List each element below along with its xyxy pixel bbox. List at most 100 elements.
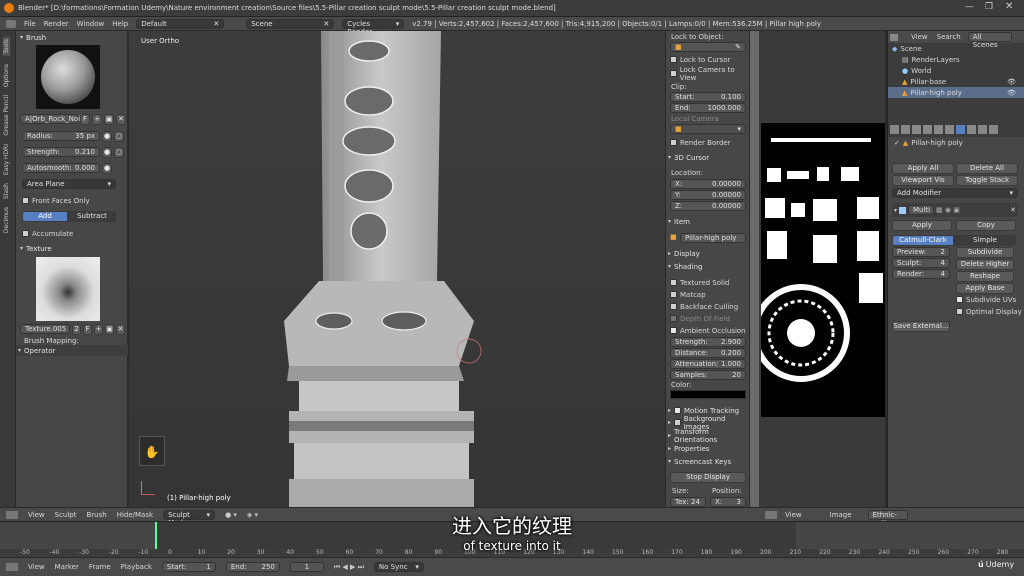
- simple-button[interactable]: Simple: [954, 235, 1016, 246]
- radius-pressure-toggle[interactable]: ●: [102, 131, 112, 142]
- data-context-icon[interactable]: [967, 124, 976, 134]
- display-collapse-icon[interactable]: ▸: [668, 250, 671, 257]
- operator-header[interactable]: Operator: [24, 347, 55, 355]
- playback-controls[interactable]: ⏮ ◀ ▶ ⏭: [334, 563, 364, 572]
- motion-header[interactable]: Motion Tracking: [684, 407, 739, 415]
- current-frame-field[interactable]: 1: [289, 562, 324, 572]
- texture-collapse-icon[interactable]: ▾: [20, 245, 23, 252]
- apply-all-button[interactable]: Apply All: [892, 163, 954, 174]
- preview-levels-field[interactable]: Preview: 2: [892, 247, 950, 257]
- item-header[interactable]: Item: [674, 218, 690, 226]
- orient-collapse-icon[interactable]: ▸: [668, 432, 671, 439]
- autosmooth-toggle[interactable]: ●: [102, 163, 112, 174]
- timeline-view-menu[interactable]: View: [28, 563, 45, 571]
- outliner-search-menu[interactable]: Search: [937, 33, 961, 41]
- subdivide-button[interactable]: Subdivide: [956, 247, 1014, 258]
- frame-menu[interactable]: Frame: [89, 563, 111, 571]
- scene-context-icon[interactable]: [912, 124, 921, 134]
- texture-users[interactable]: 2: [72, 324, 81, 335]
- texture-delete-button[interactable]: ✕: [116, 324, 125, 335]
- tab-grease-pencil[interactable]: Grease Pencil: [3, 95, 10, 136]
- cursor-collapse-icon[interactable]: ▾: [668, 154, 671, 161]
- brush-section-header[interactable]: Brush: [26, 34, 46, 42]
- texture-name-field[interactable]: Texture.005: [20, 324, 70, 334]
- local-camera-field[interactable]: ■ ▾: [670, 124, 746, 134]
- apply-base-button[interactable]: Apply Base: [956, 283, 1014, 294]
- modifier-vis-icons[interactable]: ▦ ◉ ▣: [936, 206, 960, 214]
- ao-samples-field[interactable]: Samples: 20: [670, 370, 746, 380]
- end-frame-field[interactable]: End: 250: [225, 562, 280, 572]
- screencast-header[interactable]: Screencast Keys: [674, 458, 731, 466]
- lock-object-field[interactable]: ■ ✎: [670, 42, 746, 52]
- 3d-cursor-header[interactable]: 3D Cursor: [674, 154, 709, 162]
- outliner-item-world[interactable]: World: [911, 67, 931, 75]
- tab-options[interactable]: Options: [3, 64, 10, 87]
- delete-all-button[interactable]: Delete All: [956, 163, 1018, 174]
- strength-field[interactable]: Strength: 0.210: [22, 147, 100, 157]
- screencast-collapse-icon[interactable]: ▾: [668, 458, 671, 465]
- menu-file[interactable]: File: [24, 20, 36, 28]
- outliner-item-pillar-base[interactable]: Pillar-base: [910, 78, 946, 86]
- bg-images-checkbox[interactable]: [674, 419, 681, 426]
- item-name-field[interactable]: Pillar-high poly: [680, 233, 746, 243]
- outliner-editor-icon[interactable]: [890, 33, 898, 41]
- textured-solid-checkbox[interactable]: [670, 279, 677, 286]
- area-divider[interactable]: [750, 31, 759, 507]
- matcap-checkbox[interactable]: [670, 291, 677, 298]
- toggle-stack-button[interactable]: Toggle Stack: [956, 175, 1018, 186]
- image-editor[interactable]: [759, 31, 885, 507]
- lock-camera-checkbox[interactable]: [670, 70, 677, 77]
- collapse-triangle-icon[interactable]: ▾: [20, 34, 23, 41]
- layout-select[interactable]: Default ✕: [136, 18, 225, 29]
- start-frame-field[interactable]: Start: 1: [161, 562, 216, 572]
- modifier-close-icon[interactable]: ✕: [1010, 206, 1016, 214]
- outliner-item-renderlayers[interactable]: RenderLayers: [912, 56, 960, 64]
- modifier-copy-button[interactable]: Copy: [956, 220, 1016, 231]
- render-levels-field[interactable]: Render: 4: [892, 269, 950, 279]
- tab-decimus[interactable]: Decimus: [3, 207, 10, 233]
- shading-header[interactable]: Shading: [674, 263, 702, 271]
- playback-menu[interactable]: Playback: [121, 563, 152, 571]
- backface-checkbox[interactable]: [670, 303, 677, 310]
- marker-menu[interactable]: Marker: [55, 563, 79, 571]
- tex-size-field[interactable]: Tex: 24: [670, 497, 706, 507]
- accumulate-checkbox[interactable]: [22, 230, 29, 237]
- brush-name-field[interactable]: A| Orb_Rock_Noise: [20, 114, 88, 124]
- sculpt-levels-field[interactable]: Sculpt: 4: [892, 258, 950, 268]
- shading-collapse-icon[interactable]: ▾: [668, 263, 671, 270]
- texture-preview[interactable]: [36, 257, 100, 321]
- ao-distance-field[interactable]: Distance: 0.200: [670, 348, 746, 358]
- texture-section-header[interactable]: Texture: [26, 245, 52, 253]
- visibility-eye-icon[interactable]: 👁: [1007, 78, 1024, 86]
- operator-collapse-icon[interactable]: ▾: [18, 347, 21, 354]
- viewport-vis-button[interactable]: Viewport Vis: [892, 175, 954, 186]
- display-header[interactable]: Display: [674, 250, 700, 258]
- ao-color-swatch[interactable]: [670, 390, 746, 399]
- tab-slash[interactable]: Slash: [3, 183, 10, 199]
- renderlayer-context-icon[interactable]: [901, 124, 910, 134]
- world-context-icon[interactable]: [923, 124, 932, 134]
- menu-help[interactable]: Help: [112, 20, 128, 28]
- camera-context-icon[interactable]: [890, 124, 899, 134]
- add-button[interactable]: Add: [22, 211, 68, 222]
- autosmooth-field[interactable]: Autosmooth: 0.000: [22, 163, 100, 173]
- motion-collapse-icon[interactable]: ▸: [668, 407, 671, 414]
- bg-collapse-icon[interactable]: ▸: [668, 419, 671, 426]
- modifier-collapse-icon[interactable]: ▾: [894, 207, 897, 214]
- texture-copy-button[interactable]: ▣: [105, 324, 114, 335]
- ao-checkbox[interactable]: [670, 327, 677, 334]
- texture-fake-user[interactable]: F: [83, 324, 92, 335]
- radius-field[interactable]: Radius: 35 px: [22, 131, 100, 141]
- stop-display-button[interactable]: Stop Display: [670, 472, 746, 483]
- item-collapse-icon[interactable]: ▾: [668, 218, 671, 225]
- texture-context-icon[interactable]: [989, 124, 998, 134]
- brush-copy-button[interactable]: ▣: [104, 114, 114, 125]
- cursor-y-field[interactable]: Y: 0.00000: [670, 190, 746, 200]
- close-button[interactable]: ✕: [1005, 1, 1013, 12]
- maximize-button[interactable]: ❐: [985, 2, 993, 12]
- reshape-button[interactable]: Reshape: [956, 271, 1014, 282]
- subtract-button[interactable]: Subtract: [68, 211, 116, 222]
- strength-unified-toggle[interactable]: ○: [114, 147, 124, 158]
- menu-render[interactable]: Render: [44, 20, 69, 28]
- clip-start-field[interactable]: Start: 0.100: [670, 92, 746, 102]
